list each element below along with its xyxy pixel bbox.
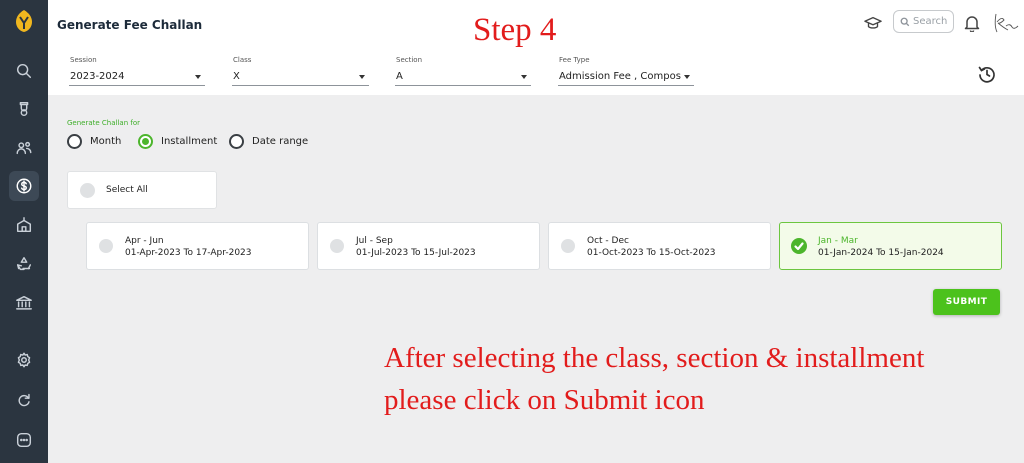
caret-down-icon [684,75,690,79]
installment-period: Apr - Jun [125,236,164,246]
page-title: Generate Fee Challan [57,18,203,32]
step-overlay-title: Step 4 [473,12,557,48]
radio-month-label: Month [90,136,122,147]
class-value: X [233,71,240,82]
search-icon[interactable] [9,56,39,86]
fee-type-value: Admission Fee , Composit... [559,71,681,82]
bank-icon[interactable] [9,288,39,318]
installment-card-jan-mar[interactable]: Jan - Mar 01-Jan-2024 To 15-Jan-2024 [779,222,1002,270]
refresh-icon[interactable] [9,385,39,415]
checkbox-circle [330,239,344,253]
session-label: Session [70,56,97,64]
checkbox-circle [99,239,113,253]
search-input[interactable]: Search [893,10,954,33]
radio-date-range-label: Date range [252,136,309,147]
bell-icon[interactable] [964,14,980,33]
radio-circle-checked [138,134,153,149]
radio-circle [67,134,82,149]
trophy-icon[interactable] [9,94,39,124]
radio-installment[interactable]: Installment [138,134,217,149]
installment-card-jul-sep[interactable]: Jul - Sep 01-Jul-2023 To 15-Jul-2023 [317,222,540,270]
installment-period: Jan - Mar [818,236,858,246]
recycle-icon[interactable] [9,249,39,279]
fee-type-select[interactable]: Fee Type Admission Fee , Composit... [558,56,694,86]
session-select[interactable]: Session 2023-2024 [69,56,205,86]
installment-range: 01-Jan-2024 To 15-Jan-2024 [818,248,944,258]
generate-for-label: Generate Challan for [67,119,140,127]
section-value: A [396,71,403,82]
more-icon[interactable] [9,425,39,455]
history-icon[interactable] [977,64,997,84]
instruction-line-2: please click on Submit icon [384,384,705,416]
header: Generate Fee Challan Step 4 Search Sessi… [48,0,1024,95]
checkbox-circle [80,183,95,198]
radio-date-range[interactable]: Date range [229,134,308,149]
sidebar [0,0,48,463]
check-circle-icon [791,238,807,254]
radio-circle [229,134,244,149]
submit-button[interactable]: SUBMIT [933,289,1000,315]
section-label: Section [396,56,423,64]
installment-period: Oct - Dec [587,236,629,246]
installment-range: 01-Oct-2023 To 15-Oct-2023 [587,248,716,258]
installment-period: Jul - Sep [356,236,393,246]
select-all-label: Select All [106,185,148,195]
caret-down-icon [521,75,527,79]
instruction-annotation: After selecting the class, section & ins… [384,337,1014,421]
search-placeholder: Search [913,16,948,27]
session-value: 2023-2024 [70,71,125,82]
class-select[interactable]: Class X [232,56,369,86]
installment-card-oct-dec[interactable]: Oct - Dec 01-Oct-2023 To 15-Oct-2023 [548,222,771,270]
graduation-cap-icon[interactable] [864,14,882,32]
radio-month[interactable]: Month [67,134,121,149]
dollar-icon[interactable] [9,171,39,201]
fee-type-label: Fee Type [559,56,590,64]
instruction-line-1: After selecting the class, section & ins… [384,342,925,374]
caret-down-icon [359,75,365,79]
installment-range: 01-Apr-2023 To 17-Apr-2023 [125,248,252,258]
class-label: Class [233,56,252,64]
search-icon [900,17,910,26]
caret-down-icon [195,75,201,79]
installment-range: 01-Jul-2023 To 15-Jul-2023 [356,248,476,258]
section-select[interactable]: Section A [395,56,531,86]
checkbox-circle [561,239,575,253]
installment-card-apr-jun[interactable]: Apr - Jun 01-Apr-2023 To 17-Apr-2023 [86,222,309,270]
select-all-checkbox[interactable]: Select All [67,171,217,209]
avatar[interactable] [988,6,1024,38]
school-icon[interactable] [9,210,39,240]
radio-installment-label: Installment [161,136,218,147]
users-icon[interactable] [9,133,39,163]
app-logo[interactable] [10,8,38,36]
settings-icon[interactable] [9,345,39,375]
